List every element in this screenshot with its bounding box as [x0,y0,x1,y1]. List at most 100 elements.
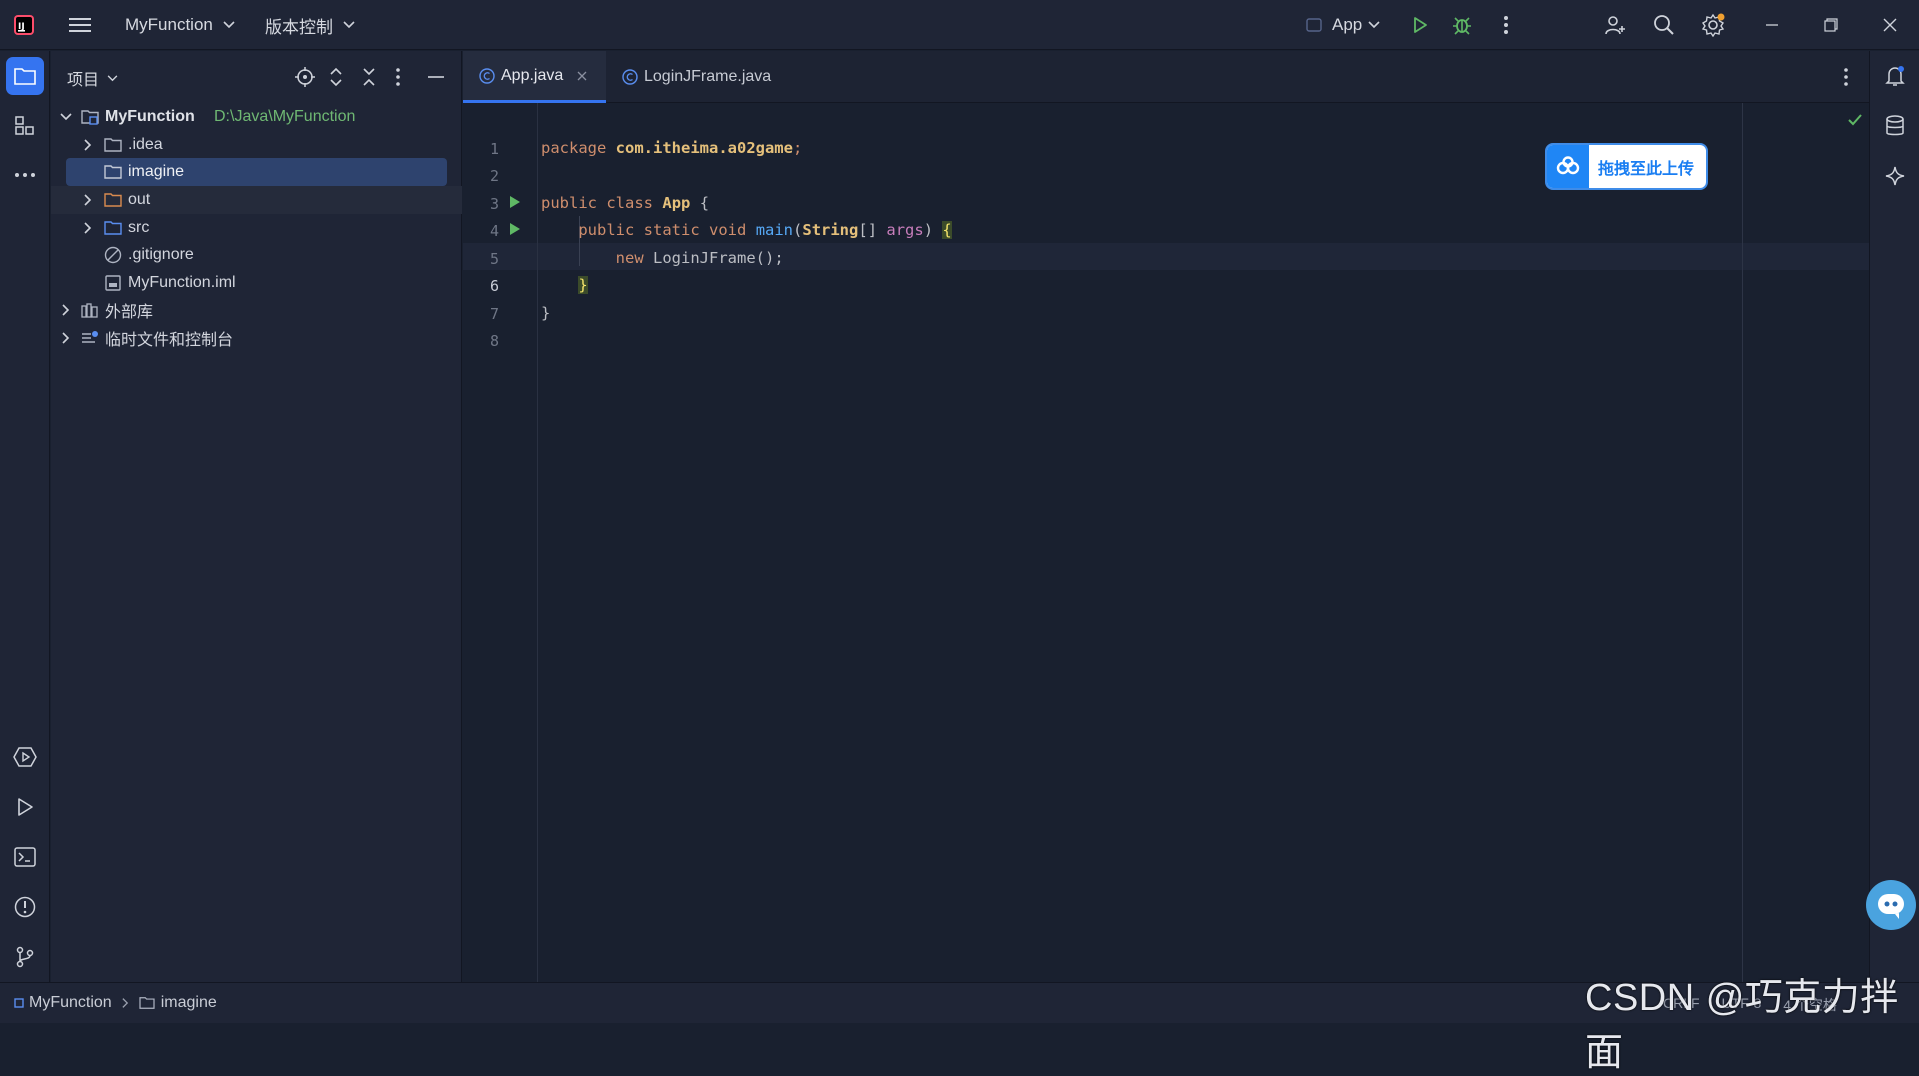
tree-item-idea[interactable]: .idea [51,131,462,159]
tree-item-label: src [128,219,150,236]
chevron-right-icon[interactable] [59,303,73,317]
project-widget[interactable]: MyFunction [125,0,235,50]
problems-icon [14,896,36,918]
line-number: 4 [489,222,499,240]
upload-overlay-widget[interactable]: 拖拽至此上传 [1545,143,1708,190]
editor-tab-bar: App.java LoginJFrame.java [463,51,1869,103]
breadcrumb-folder[interactable]: imagine [161,994,217,1012]
tree-item-imagine[interactable]: imagine [66,158,447,186]
chevron-right-icon[interactable] [81,193,95,207]
tree-item-out[interactable]: out [51,186,462,214]
main-menu-icon[interactable] [66,11,94,39]
project-view-selector[interactable]: 项目 [67,66,118,90]
search-icon[interactable] [1650,11,1678,39]
tree-item-label: .idea [128,136,163,153]
code-line-5[interactable]: new LoginJFrame(); [541,249,784,267]
tab-loginjframe-java[interactable]: LoginJFrame.java [606,51,786,103]
close-window-icon[interactable] [1876,11,1904,39]
run-config-selector[interactable]: App [1306,0,1380,50]
code-line-1[interactable]: package com.itheima.a02game; [541,139,802,157]
database-button[interactable] [1876,107,1914,145]
code-line-4[interactable]: public static void main(String[] args) { [541,221,952,239]
java-class-icon [479,67,495,84]
scratches-icon [81,329,99,347]
tree-item-label: 临时文件和控制台 [105,332,234,349]
hide-panel-icon[interactable] [427,67,445,87]
expand-all-icon[interactable] [329,67,343,87]
tree-root-myfunction[interactable]: MyFunction D:\Java\MyFunction [51,103,462,131]
kw-package: package [541,139,607,157]
project-tool-button[interactable] [6,57,44,95]
title-bar: IJ MyFunction 版本控制 App [0,0,1919,50]
java-class-icon [622,69,638,85]
collapse-all-icon[interactable] [362,67,376,87]
iml-file-icon [104,274,122,292]
chevron-down-icon [343,21,355,29]
options-icon[interactable] [395,67,401,87]
source-folder-icon [104,219,122,237]
line-number: 6 [489,277,499,295]
notifications-button[interactable] [1876,57,1914,95]
excluded-folder-icon [104,191,122,209]
brace: } [541,304,551,322]
folder-icon [104,136,122,154]
class-name: App [662,194,691,212]
code-line-6[interactable]: } [541,276,588,294]
code-line-7[interactable]: } [541,304,550,322]
chevron-down-icon [223,21,235,29]
chevron-right-icon[interactable] [81,221,95,235]
tab-options-icon[interactable] [1843,67,1849,87]
right-tool-window-bar [1866,51,1919,982]
structure-tool-button[interactable] [6,107,44,145]
kw-class: class [606,194,654,212]
run-tool-button[interactable] [6,788,44,826]
array-brackets: [] [858,221,878,239]
structure-icon [14,115,36,137]
services-tool-button[interactable] [6,738,44,776]
debug-icon[interactable] [1448,11,1476,39]
tree-item-external-libraries[interactable]: 外部库 [51,296,462,324]
no-problems-check-icon[interactable] [1847,113,1863,127]
vcs-widget[interactable]: 版本控制 [265,0,355,50]
more-tool-windows-button[interactable] [6,156,44,194]
tree-item-iml[interactable]: MyFunction.iml [51,269,462,297]
library-icon [81,301,99,319]
run-gutter-icon[interactable] [508,222,522,236]
run-config-icon [1306,17,1322,33]
chevron-right-icon[interactable] [81,138,95,152]
intellij-logo-icon[interactable]: IJ [10,11,38,39]
cloud-icon [1547,145,1589,188]
run-gutter-icon[interactable] [508,195,522,209]
code-line-3[interactable]: public class App { [541,194,709,212]
add-user-icon[interactable] [1601,11,1629,39]
bell-icon [1884,65,1906,87]
tree-item-label: imagine [128,163,185,180]
chevron-down-icon[interactable] [59,110,73,124]
breadcrumb-project[interactable]: MyFunction [29,994,112,1012]
module-folder-icon [81,108,99,126]
terminal-tool-button[interactable] [6,838,44,876]
tree-item-label: MyFunction.iml [128,274,236,291]
run-config-label: App [1332,15,1363,34]
more-actions-icon[interactable] [1492,11,1520,39]
services-icon [13,746,37,768]
locate-file-icon[interactable] [295,67,315,87]
problems-tool-button[interactable] [6,888,44,926]
git-tool-button[interactable] [6,938,44,976]
ai-assistant-button[interactable] [1876,157,1914,195]
tree-item-label: 外部库 [105,304,154,321]
restore-icon[interactable] [1817,11,1845,39]
kw-public: public [578,221,635,239]
chevron-right-icon[interactable] [59,331,73,345]
settings-gear-icon[interactable] [1699,11,1727,39]
close-tab-icon[interactable] [577,71,587,81]
chat-assistant-bubble[interactable] [1866,880,1916,930]
tree-item-gitignore[interactable]: .gitignore [51,241,462,269]
brace-matched: } [578,276,588,294]
tree-item-scratches[interactable]: 临时文件和控制台 [51,324,462,352]
run-icon[interactable] [1406,11,1434,39]
minimize-icon[interactable] [1758,11,1786,39]
tree-item-src[interactable]: src [51,214,462,242]
tab-app-java[interactable]: App.java [463,51,606,103]
chevron-down-icon [1368,21,1380,29]
